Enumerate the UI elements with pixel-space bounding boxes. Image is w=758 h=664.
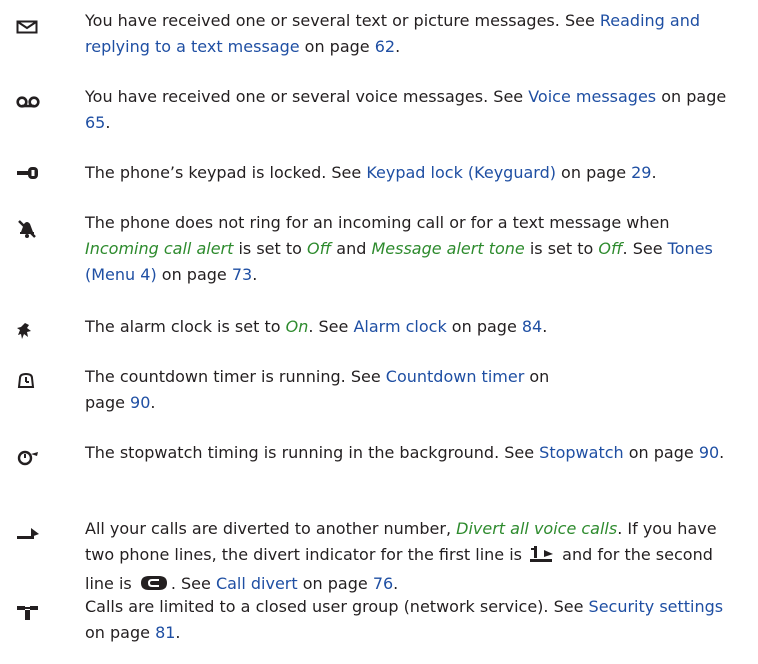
countdown-timer-icon	[16, 372, 40, 392]
page-link[interactable]: 90	[130, 393, 150, 412]
envelope-icon	[16, 19, 40, 39]
stopwatch-link[interactable]: Stopwatch	[539, 443, 623, 462]
call-divert-link[interactable]: Call divert	[216, 574, 298, 593]
alarm-clock-link[interactable]: Alarm clock	[353, 317, 446, 336]
setting-value-off: Off	[598, 239, 623, 258]
page-link[interactable]: 65	[85, 113, 105, 132]
countdown-timer-link[interactable]: Countdown timer	[386, 367, 525, 386]
page-link[interactable]: 84	[522, 317, 542, 336]
silent-bell-icon	[16, 218, 40, 238]
entry-text: The phone does not ring for an incoming …	[85, 213, 713, 284]
page-link[interactable]: 73	[232, 265, 252, 284]
closed-user-group-icon	[16, 604, 40, 624]
alarm-clock-icon	[16, 322, 40, 342]
entry-text: The phone’s keypad is locked. See Keypad…	[85, 163, 657, 182]
entry-text: All your calls are diverted to another n…	[85, 516, 745, 600]
entry-text: The countdown timer is running. See Coun…	[85, 367, 550, 412]
entry-text: The stopwatch timing is running in the b…	[85, 443, 725, 462]
line-1-divert-icon	[529, 545, 555, 571]
entry-text: You have received one or several voice m…	[85, 87, 727, 132]
setting-value-off: Off	[307, 239, 332, 258]
entry-text: The alarm clock is set to On. See Alarm …	[85, 317, 548, 336]
page-link[interactable]: 76	[373, 574, 393, 593]
page-link[interactable]: 29	[631, 163, 651, 182]
voicemail-icon	[16, 95, 40, 115]
incoming-call-alert-setting: Incoming call alert	[85, 239, 234, 258]
page-link[interactable]: 62	[375, 37, 395, 56]
divert-all-voice-calls-setting: Divert all voice calls	[456, 519, 618, 538]
page-link[interactable]: 81	[155, 623, 175, 642]
setting-value-on: On	[285, 317, 309, 336]
voice-messages-link[interactable]: Voice messages	[528, 87, 656, 106]
key-icon	[16, 165, 40, 185]
call-divert-icon	[16, 526, 40, 546]
message-alert-tone-setting: Message alert tone	[371, 239, 525, 258]
stopwatch-icon	[16, 448, 40, 468]
entry-text: You have received one or several text or…	[85, 11, 701, 56]
security-settings-link[interactable]: Security settings	[589, 597, 724, 616]
page-link[interactable]: 90	[699, 443, 719, 462]
keypad-lock-link[interactable]: Keypad lock (Keyguard)	[366, 163, 556, 182]
entry-text: Calls are limited to a closed user group…	[85, 597, 724, 642]
